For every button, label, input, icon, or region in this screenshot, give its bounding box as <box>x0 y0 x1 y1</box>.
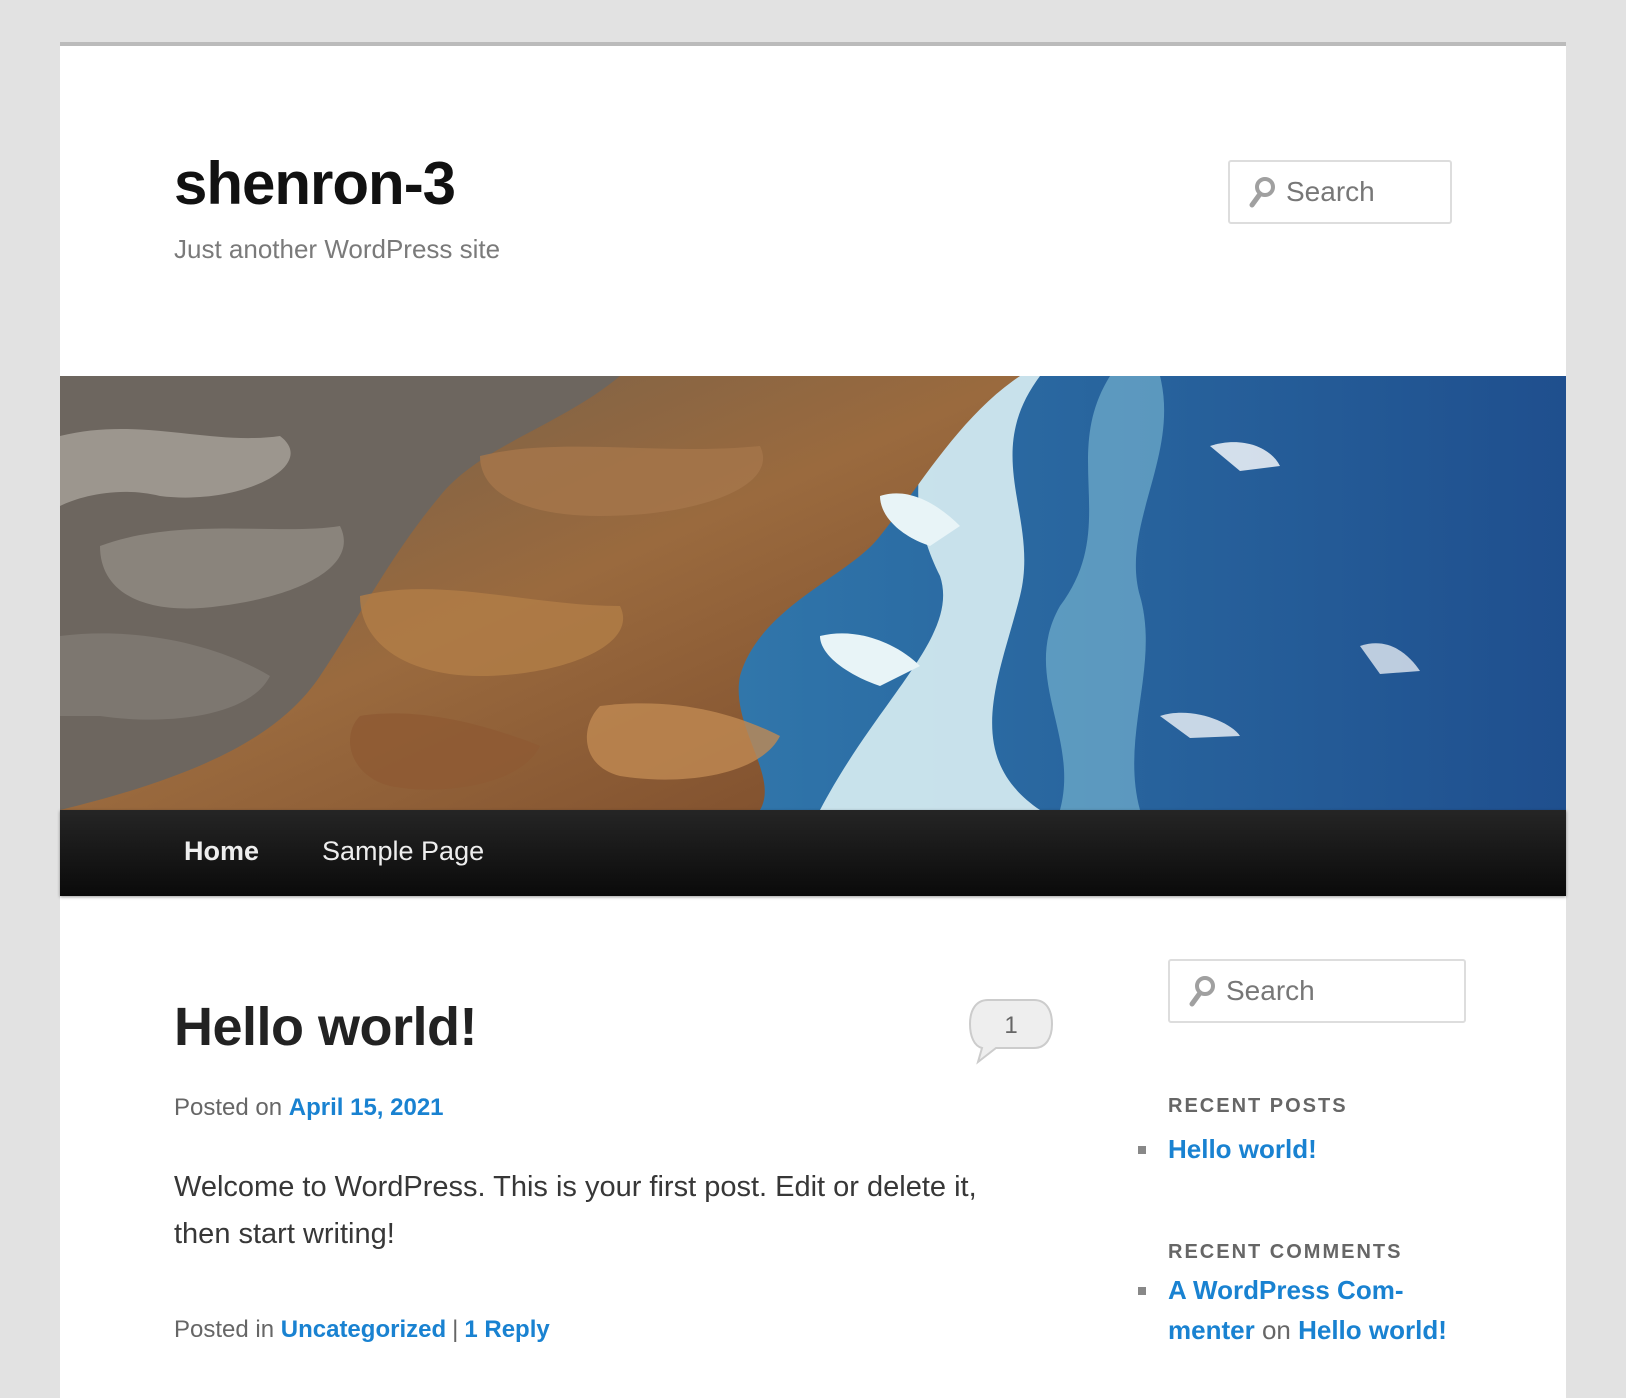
header-search-input[interactable] <box>1286 170 1436 214</box>
post-date-meta: Posted on April 15, 2021 <box>174 1096 444 1120</box>
post-date-link[interactable]: April 15, 2021 <box>289 1094 444 1121</box>
comment-post-link[interactable]: Hello world! <box>1298 1315 1447 1345</box>
nav-item-sample-page[interactable]: Sample Page <box>322 838 484 865</box>
page: shenron-3 Just another WordPress site Se… <box>60 42 1566 1398</box>
site-title[interactable]: shenron-3 <box>174 154 456 214</box>
sidebar-search-input[interactable] <box>1226 969 1376 1013</box>
header-search-form <box>1228 160 1452 224</box>
bullet-icon <box>1138 1146 1146 1154</box>
list-item: Hello world! <box>1138 1129 1468 1169</box>
nav-item-home[interactable]: Home <box>184 838 259 865</box>
posted-on-label: Posted on <box>174 1094 283 1121</box>
comments-link[interactable]: 1 <box>968 996 1054 1066</box>
bullet-icon <box>1138 1287 1146 1295</box>
comment-count: 1 <box>1004 1012 1018 1039</box>
sidebar-search-form <box>1168 959 1466 1023</box>
list-item: A WordPress Com-menter on Hello world! <box>1138 1270 1468 1350</box>
posted-in-label: Posted in <box>174 1316 275 1343</box>
recent-posts-title: RECENT POSTS <box>1168 1095 1348 1117</box>
search-icon <box>1188 975 1218 1007</box>
meta-separator: | <box>452 1316 459 1343</box>
recent-post-link[interactable]: Hello world! <box>1168 1134 1317 1164</box>
recent-comments-title: RECENT COMMENTS <box>1168 1241 1403 1263</box>
header-image[interactable] <box>60 376 1566 810</box>
post-footer-meta: Posted in Uncategorized | 1 Reply <box>174 1318 550 1342</box>
site-description: Just another WordPress site <box>174 234 501 264</box>
category-link[interactable]: Uncategorized <box>281 1316 446 1343</box>
reply-link[interactable]: 1 Reply <box>464 1316 549 1343</box>
post-title[interactable]: Hello world! <box>174 1000 478 1054</box>
comment-on-label: on <box>1261 1315 1291 1345</box>
main-navigation: Home Sample Page <box>60 810 1566 896</box>
recent-posts-list: Hello world! <box>1138 1129 1468 1169</box>
recent-comments-list: A WordPress Com-menter on Hello world! <box>1138 1270 1468 1350</box>
search-icon <box>1248 176 1278 208</box>
post-content: Welcome to WordPress. This is your first… <box>174 1171 977 1250</box>
